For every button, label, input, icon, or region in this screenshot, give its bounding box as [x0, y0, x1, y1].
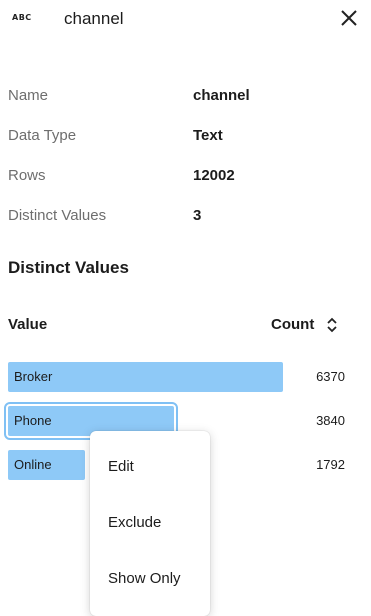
property-label: Name	[8, 87, 49, 104]
menu-item-exclude[interactable]: Exclude	[108, 514, 161, 531]
property-label: Distinct Values	[8, 207, 107, 224]
property-label: Rows	[8, 167, 46, 184]
sort-icon[interactable]	[325, 315, 339, 335]
property-value: 12002	[193, 167, 235, 184]
close-icon[interactable]	[337, 6, 361, 30]
text-type-icon: ABC	[12, 13, 32, 22]
column-title: channel	[64, 9, 124, 28]
property-value: channel	[193, 87, 250, 104]
value-label: Broker	[14, 369, 53, 384]
value-column-header: Value	[8, 316, 48, 333]
value-count: 1792	[316, 457, 345, 472]
property-row-distinct-values: Distinct Values 3	[8, 204, 363, 244]
value-label: Online	[14, 457, 52, 472]
value-count: 6370	[316, 369, 345, 384]
context-menu: Edit Exclude Show Only	[90, 431, 210, 616]
property-row-rows: Rows 12002	[8, 164, 363, 204]
property-row-name: Name channel	[8, 84, 363, 124]
property-label: Data Type	[8, 127, 77, 144]
count-column-header[interactable]: Count	[271, 316, 314, 333]
distinct-values-heading: Distinct Values	[8, 258, 129, 277]
property-value: 3	[193, 207, 202, 224]
menu-item-edit[interactable]: Edit	[108, 458, 134, 475]
distinct-value-row-broker[interactable]: Broker 6370	[8, 362, 363, 406]
panel-header: ABC channel	[0, 0, 371, 44]
menu-item-show-only[interactable]: Show Only	[108, 570, 181, 587]
value-label: Phone	[14, 413, 52, 428]
property-value: Text	[193, 127, 223, 144]
column-properties: Name channel Data Type Text Rows 12002 D…	[8, 84, 363, 244]
property-row-data-type: Data Type Text	[8, 124, 363, 164]
value-count: 3840	[316, 413, 345, 428]
